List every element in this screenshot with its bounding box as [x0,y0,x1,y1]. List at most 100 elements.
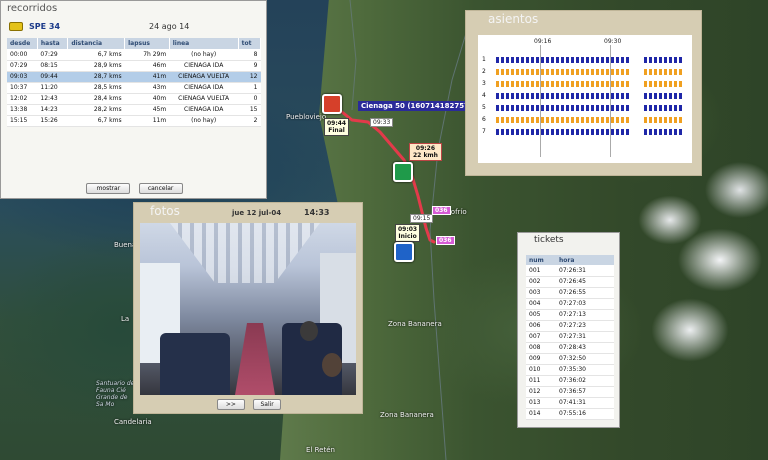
table-cell: 9 [238,60,261,72]
vehicle-id: SPE 34 [29,21,61,31]
seat-segment [531,69,534,75]
start-marker-icon[interactable] [394,242,414,262]
seat-segment [531,57,534,63]
seat-segment [611,69,614,75]
seat-segment [606,69,609,75]
seat-segment [536,69,539,75]
ticket-row[interactable]: 010 07:35:30 [526,364,614,376]
table-cell: 14:23 [37,104,68,116]
seat-segment [649,93,652,99]
seat-occupancy-row[interactable] [494,69,686,75]
seat-segment [621,129,624,135]
col-desde[interactable]: desde [7,38,38,49]
ticket-cell: 009 [526,353,556,365]
stop-tag-2[interactable]: 036 [436,236,455,245]
col-num[interactable]: num [526,255,556,265]
ticket-cell: 011 [526,375,556,387]
table-cell: CIENAGA IDA [169,104,239,116]
table-cell: 28,7 kms [67,71,125,83]
seat-segment [669,105,672,111]
seat-occupancy-row[interactable] [494,57,686,63]
table-cell: 00:00 [7,49,38,61]
seat-segment [496,129,499,135]
cancelar-button[interactable]: cancelar [138,183,183,194]
ticket-row[interactable]: 001 07:26:31 [526,265,614,277]
seat-occupancy-row[interactable] [494,81,686,87]
ticket-row[interactable]: 013 07:41:31 [526,397,614,409]
table-row[interactable]: 00:00 07:29 6,7 kms 7h 29m (no hay) 8 [7,49,261,61]
table-row[interactable]: 13:38 14:23 28,2 kms 45m CIENAGA IDA 15 [7,104,261,116]
next-photo-button[interactable]: >> [216,399,245,410]
seat-segment [576,57,579,63]
col-lapsus[interactable]: lapsus [124,38,170,49]
seat-segment [506,57,509,63]
seat-segment [626,57,629,63]
seat-segment [601,117,604,123]
col-hora[interactable]: hora [556,255,614,265]
seat-occupancy-row[interactable] [494,105,686,111]
ticket-row[interactable]: 004 07:27:03 [526,298,614,310]
table-row[interactable]: 10:37 11:20 28,5 kms 43m CIENAGA IDA 1 [7,82,261,94]
ticket-row[interactable]: 003 07:26:55 [526,287,614,299]
seat-segment [566,93,569,99]
final-marker-icon[interactable] [322,94,342,114]
ticket-row[interactable]: 009 07:32:50 [526,353,614,365]
seat-occupancy-row[interactable] [494,129,686,135]
photo-seats-left [160,333,230,395]
col-distancia[interactable]: distancia [67,38,126,49]
seat-segment [654,57,657,63]
seat-occupancy-row[interactable] [494,93,686,99]
ticket-row[interactable]: 014 07:55:16 [526,408,614,420]
seat-segment [649,57,652,63]
mostrar-button[interactable]: mostrar [86,183,131,194]
seat-segment [571,69,574,75]
seat-segment [536,117,539,123]
seat-segment [626,117,629,123]
table-cell: 07:29 [7,60,38,72]
ticket-row[interactable]: 006 07:27:23 [526,320,614,332]
table-cell: 15:15 [7,115,38,127]
ticket-row[interactable]: 011 07:36:02 [526,375,614,387]
salir-button[interactable]: Salir [253,399,282,410]
seat-segment [611,57,614,63]
table-cell: 45m [124,104,170,116]
table-cell: 46m [124,60,170,72]
ticket-row[interactable]: 008 07:28:43 [526,342,614,354]
seat-segment [679,105,682,111]
seat-segment [611,105,614,111]
stop-tag-1[interactable]: 036 [432,206,451,215]
table-row[interactable]: 07:29 08:15 28,9 kms 46m CIENAGA IDA 9 [7,60,261,72]
table-row[interactable]: 09:03 09:44 28,7 kms 41m CIENAGA VUELTA 12 [7,71,261,83]
speed-box[interactable]: 09:26 22 kmh [409,143,442,161]
ticket-row[interactable]: 005 07:27:13 [526,309,614,321]
ticket-cell: 003 [526,287,556,299]
seat-segment [566,69,569,75]
ticket-row[interactable]: 012 07:36:57 [526,386,614,398]
seat-segment [626,81,629,87]
ticket-row[interactable]: 002 07:26:45 [526,276,614,288]
bus-label[interactable]: Cienaga 50 (160714182757) [358,101,476,111]
seat-segment [556,81,559,87]
table-cell: 0 [238,93,261,105]
seat-segment [506,69,509,75]
seat-segment [516,105,519,111]
seat-segment [516,129,519,135]
col-tot[interactable]: tot [238,38,262,49]
seat-segment [659,129,662,135]
seat-occupancy-row[interactable] [494,117,686,123]
col-linea[interactable]: linea [169,38,239,49]
table-cell: (no hay) [169,115,239,127]
tickets-scroll[interactable]: tickets num hora 001 07:26:31 002 07:26:45 0… [518,233,621,425]
ticket-row[interactable]: 007 07:27:31 [526,331,614,343]
table-row[interactable]: 15:15 15:26 6,7 kms 11m (no hay) 2 [7,115,261,127]
table-row[interactable]: 12:02 12:43 28,4 kms 40m CIENAGA VUELTA 0 [7,93,261,105]
col-hasta[interactable]: hasta [37,38,69,49]
seat-segment [649,117,652,123]
seat-segment [606,117,609,123]
seat-segment [616,93,619,99]
seat-number: 6 [482,116,486,123]
bus-position-icon[interactable] [393,162,413,182]
table-cell: 12:43 [37,93,68,105]
seat-segment [556,57,559,63]
seat-segment [679,93,682,99]
